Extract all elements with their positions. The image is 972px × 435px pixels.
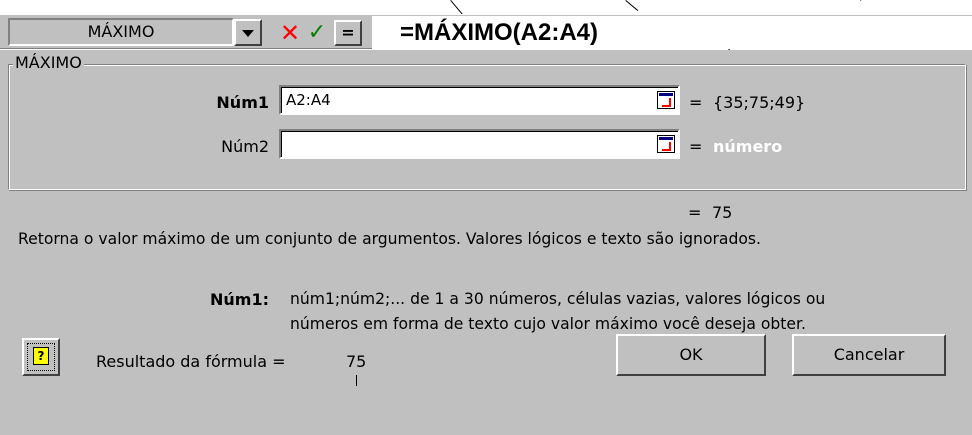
enter-check-icon[interactable]: ✓ (303, 19, 331, 47)
total-equals: = (688, 203, 702, 222)
arg-help-label: Núm1: (210, 290, 269, 309)
cancel-icon[interactable]: ✕ (276, 19, 304, 47)
arg-result-num1: {35;75;49} (713, 93, 806, 112)
arg-result-num2: número (713, 137, 783, 156)
function-arguments-dialog: MÁXIMO Núm1 A2:A4 = {35;75;49} Núm2 = nú… (0, 50, 972, 435)
help-button[interactable]: ? (22, 338, 60, 376)
arg-input-num2[interactable] (279, 129, 680, 159)
arg-equals-num2: = (689, 137, 703, 156)
collapse-dialog-icon[interactable] (657, 135, 675, 153)
total-value: 75 (712, 203, 733, 222)
arg-input-num1-value: A2:A4 (286, 91, 331, 109)
question-icon: ? (33, 347, 49, 365)
arg-help-line-2: números em forma de texto cujo valor máx… (290, 315, 806, 333)
arg-equals-num1: = (689, 93, 703, 112)
annotation-line-center (625, 0, 639, 12)
formula-bar: MÁXIMO ✕ ✓ = =MÁXIMO(A2:A4) (0, 14, 972, 49)
cancel-button[interactable]: Cancelar (792, 334, 946, 376)
tick-mark (356, 375, 357, 386)
function-description: Retorna o valor máximo de um conjunto de… (18, 230, 761, 248)
result-value: 75 (346, 352, 367, 371)
arguments-group: MÁXIMO Núm1 A2:A4 = {35;75;49} Núm2 = nú… (8, 53, 966, 190)
arg-label-num2: Núm2 (221, 137, 269, 156)
arg-help-line-1: núm1;núm2;... de 1 a 30 números, células… (290, 290, 826, 308)
name-box[interactable]: MÁXIMO (8, 18, 234, 46)
annotation-line-left (450, 0, 463, 15)
chevron-down-icon (242, 30, 254, 37)
collapse-dialog-icon[interactable] (657, 91, 675, 109)
edit-formula-button[interactable]: = (334, 20, 362, 46)
ok-button[interactable]: OK (616, 334, 766, 376)
group-title: MÁXIMO (13, 53, 84, 73)
formula-input[interactable]: =MÁXIMO(A2:A4) (372, 16, 972, 49)
name-box-dropdown-button[interactable] (234, 19, 262, 46)
result-label: Resultado da fórmula = (96, 352, 286, 371)
arg-label-num1: Núm1 (216, 93, 269, 112)
arg-input-num1[interactable]: A2:A4 (279, 85, 680, 115)
annotation-line-right (860, 0, 870, 1)
